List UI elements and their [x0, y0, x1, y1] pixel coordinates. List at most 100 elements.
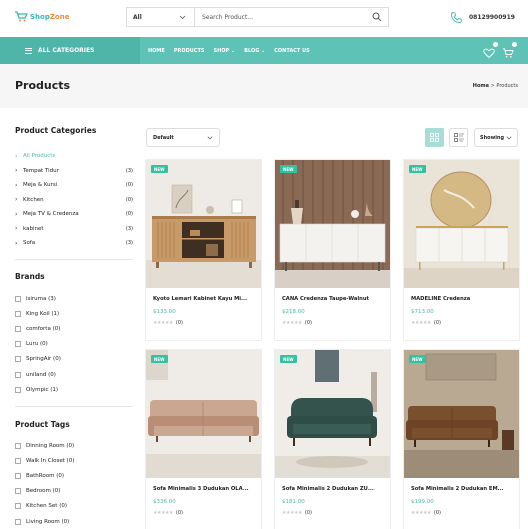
product-card[interactable]: NEW Sofa Minimalis 2 Dudukan ZU... $181.…	[274, 349, 391, 529]
category-item-meja-tv[interactable]: › Meja TV & Credenza (0)	[15, 207, 133, 222]
phone-contact[interactable]: 08129900919	[450, 11, 515, 24]
checkbox[interactable]	[15, 503, 21, 510]
search-category-select[interactable]: All	[127, 8, 195, 26]
product-name[interactable]: CANA Credenza Taupe-Walnut	[282, 296, 386, 302]
search-bar: All	[126, 7, 389, 27]
search-input[interactable]	[195, 13, 366, 21]
checkbox[interactable]	[15, 386, 21, 393]
product-image[interactable]: NEW	[404, 160, 519, 288]
product-name[interactable]: Sofa Minimalis 3 Dudukan OLA...	[153, 486, 257, 492]
product-rating: ★★★★★ (0)	[282, 510, 313, 516]
checkbox[interactable]	[15, 371, 21, 378]
product-name[interactable]: Sofa Minimalis 2 Dudukan ZU...	[282, 486, 386, 492]
checkbox[interactable]	[15, 472, 21, 479]
checkbox[interactable]	[15, 518, 21, 525]
star-rating-icon: ★★★★★	[282, 510, 302, 516]
tag-filter-item[interactable]: Living Room (0)	[15, 514, 133, 529]
checkbox[interactable]	[15, 325, 21, 332]
menu-item-products[interactable]: PRODUCTS	[174, 48, 205, 54]
grid-view-icon	[430, 133, 439, 142]
brands-title: Brands	[15, 272, 45, 281]
menu-item-contact[interactable]: CONTACT US	[274, 48, 309, 54]
chevron-down-icon	[179, 15, 186, 19]
chevron-right-icon: ›	[15, 210, 18, 218]
checkbox[interactable]	[15, 295, 21, 302]
product-card[interactable]: NEW CANA Credenza Taupe-Walnut $218.00 ★…	[274, 159, 391, 341]
menu-item-blog[interactable]: BLOG ⌄	[244, 48, 265, 54]
category-item-kabinet[interactable]: › kabinet (3)	[15, 222, 133, 237]
category-item-tempat-tidur[interactable]: › Tempat Tidur (3)	[15, 164, 133, 179]
breadcrumb: Home > Products	[473, 83, 518, 89]
product-card[interactable]: NEW Sofa Minimalis 2 Dudukan EM... $199.…	[403, 349, 520, 529]
brand-filter-item[interactable]: SpringAir (0)	[15, 352, 133, 367]
product-card[interactable]: NEW MADELINE Credenza $713.00 ★★★★★ (0)	[403, 159, 520, 341]
brand-filter-item[interactable]: Olympic (1)	[15, 382, 133, 397]
product-price: $199.00	[411, 499, 434, 505]
chevron-down-icon	[506, 136, 512, 139]
breadcrumb-separator: >	[490, 83, 495, 89]
logo[interactable]: ShopZone	[14, 11, 69, 22]
cart-badge	[512, 42, 517, 47]
all-categories-button[interactable]: ALL CATEGORIES	[0, 37, 140, 64]
product-rating: ★★★★★ (0)	[282, 320, 313, 326]
sidebar-categories: Product Categories › All Products › Tempat…	[15, 126, 133, 251]
product-rating: ★★★★★ (0)	[153, 320, 184, 326]
tag-filter-item[interactable]: BathRoom (0)	[15, 468, 133, 483]
checkbox[interactable]	[15, 442, 21, 449]
menu-item-shop[interactable]: SHOP ⌄	[214, 48, 236, 54]
list-view-button[interactable]	[449, 128, 468, 147]
checkbox[interactable]	[15, 356, 21, 363]
sort-select[interactable]: Default	[146, 128, 220, 147]
logo-cart-icon	[15, 11, 28, 22]
product-image[interactable]: NEW	[275, 350, 390, 478]
checkbox[interactable]	[15, 341, 21, 348]
product-rating: ★★★★★ (0)	[411, 320, 442, 326]
sidebar-divider	[15, 259, 133, 260]
product-image[interactable]: NEW	[146, 350, 261, 478]
product-image[interactable]: NEW	[275, 160, 390, 288]
menu-icon	[25, 47, 32, 54]
checkbox[interactable]	[15, 310, 21, 317]
brand-filter-item[interactable]: isiruma (3)	[15, 291, 133, 306]
product-name[interactable]: MADELINE Credenza	[411, 296, 515, 302]
product-name[interactable]: Sofa Minimalis 2 Dudukan EM...	[411, 486, 515, 492]
page-title: Products	[15, 79, 71, 92]
list-view-icon	[453, 133, 464, 142]
category-item-meja-kursi[interactable]: › Meja & Kursi (0)	[15, 178, 133, 193]
brand-list: isiruma (3) King Koil (1) comforta (0) L…	[15, 291, 133, 397]
product-card[interactable]: NEW Sofa Minimalis 3 Dudukan OLA... $336…	[145, 349, 262, 529]
tags-title: Product Tags	[15, 420, 70, 429]
tag-filter-item[interactable]: Bedroom (0)	[15, 484, 133, 499]
tag-list: Dinning Room (0) Walk In Closet (0) Bath…	[15, 438, 133, 529]
category-item-all[interactable]: › All Products	[15, 149, 133, 164]
cart-button[interactable]	[502, 42, 517, 58]
product-image[interactable]: NEW	[404, 350, 519, 478]
categories-title: Product Categories	[15, 126, 97, 135]
brand-filter-item[interactable]: King Koil (1)	[15, 306, 133, 321]
tag-filter-item[interactable]: Dinning Room (0)	[15, 438, 133, 453]
brand-filter-item[interactable]: Luru (0)	[15, 337, 133, 352]
category-item-kitchen[interactable]: › Kitchen (0)	[15, 193, 133, 208]
breadcrumb-home[interactable]: Home	[473, 83, 489, 89]
nav-bar: ALL CATEGORIES HOME PRODUCTS SHOP ⌄ BLOG…	[0, 37, 528, 64]
menu-item-home[interactable]: HOME	[148, 48, 165, 54]
sidebar-brands: Brands isiruma (3) King Koil (1) comfort…	[15, 272, 133, 397]
product-name[interactable]: Kyoto Lemari Kabinet Kayu Mi...	[153, 296, 257, 302]
product-image[interactable]: NEW	[146, 160, 261, 288]
checkbox[interactable]	[15, 488, 21, 495]
brand-filter-item[interactable]: comforta (0)	[15, 321, 133, 336]
tag-filter-item[interactable]: Kitchen Set (0)	[15, 499, 133, 514]
grid-view-button[interactable]	[425, 128, 444, 147]
new-badge: NEW	[151, 165, 168, 173]
brand-filter-item[interactable]: uniland (0)	[15, 367, 133, 382]
category-list: › All Products › Tempat Tidur (3) › Meja & K…	[15, 149, 133, 251]
search-button[interactable]	[366, 8, 388, 26]
product-card[interactable]: NEW Kyoto Lemari Kabinet Kayu Mi... $133…	[145, 159, 262, 341]
wishlist-button[interactable]	[483, 42, 498, 59]
showing-select[interactable]: Showing	[474, 128, 518, 147]
category-item-sofa[interactable]: › Sofa (3)	[15, 236, 133, 251]
chevron-down-icon	[207, 136, 213, 139]
product-rating: ★★★★★ (0)	[411, 510, 442, 516]
tag-filter-item[interactable]: Walk In Closet (0)	[15, 453, 133, 468]
checkbox[interactable]	[15, 457, 21, 464]
